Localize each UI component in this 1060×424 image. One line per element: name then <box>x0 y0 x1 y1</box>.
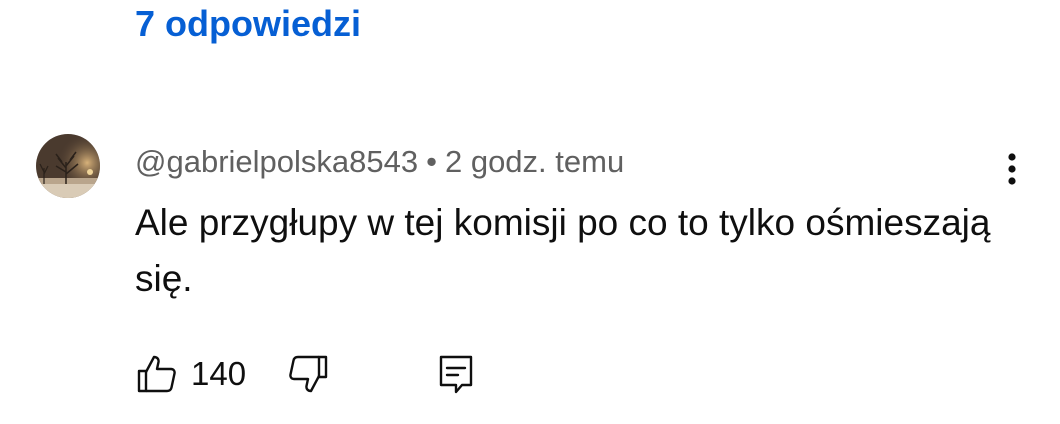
like-button[interactable]: 140 <box>135 352 246 396</box>
view-replies-link[interactable]: 7 odpowiedzi <box>135 0 361 48</box>
thumbs-down-icon <box>289 355 328 393</box>
comment-meta: @gabrielpolska8543 • 2 godz. temu <box>135 142 624 182</box>
comment-timestamp[interactable]: 2 godz. temu <box>445 144 624 179</box>
avatar[interactable] <box>36 134 100 198</box>
comment-thread-item: @gabrielpolska8543 • 2 godz. temu Ale przy… <box>0 130 1060 424</box>
thumbs-up-icon <box>137 355 176 393</box>
reply-comment-icon <box>439 355 473 394</box>
comment-author[interactable]: @gabrielpolska8543 <box>135 144 418 179</box>
meta-separator: • <box>426 144 437 179</box>
comment-actions: 140 <box>135 352 478 396</box>
like-count: 140 <box>191 355 247 392</box>
avatar-image <box>36 134 100 198</box>
dislike-button[interactable] <box>286 352 330 396</box>
more-vertical-icon[interactable] <box>990 146 1034 190</box>
reply-button[interactable] <box>434 352 478 396</box>
comment-text: Ale przygłupy w tej komisji po co to tyl… <box>135 202 991 299</box>
